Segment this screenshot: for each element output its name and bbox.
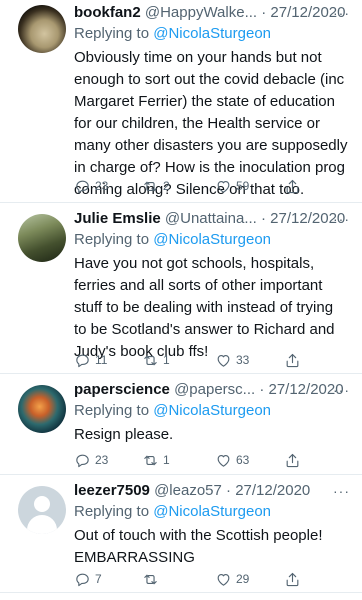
share-icon [286,179,299,193]
tweet[interactable]: Julie Emslie @Unattaina... · 27/12/2020 … [0,203,362,374]
reply-button[interactable]: 7 [74,569,102,589]
replying-to: Replying to @NicolaSturgeon [74,24,271,44]
reply-count: 23 [95,453,109,467]
replying-to-prefix: Replying to [74,25,150,42]
share-button[interactable] [284,569,301,589]
tweet-text: Have you not got schools, hospitals, fer… [74,255,335,360]
avatar-body [27,515,57,534]
tweet[interactable]: bookfan2 @HappyWalke... · 27/12/2020 ···… [0,0,362,203]
retweet-icon [144,455,157,465]
retweet-count: 1 [163,353,170,367]
like-button[interactable]: 29 [215,569,249,589]
replying-to: Replying to @NicolaSturgeon [74,502,271,522]
avatar[interactable] [18,486,66,534]
more-icon[interactable]: ··· [333,380,350,400]
like-button[interactable]: 33 [215,350,249,370]
tweet-actions: 23 2 59 [74,176,314,196]
avatar[interactable] [18,385,66,433]
tweet-actions: 11 1 33 [74,350,314,370]
replying-to-prefix: Replying to [74,402,150,419]
tweet-header: bookfan2 @HappyWalke... · 27/12/2020 ··· [74,3,352,23]
reply-icon [76,573,89,586]
tweet-actions: 7 29 [74,569,314,589]
avatar[interactable] [18,214,66,262]
display-name[interactable]: bookfan2 [74,4,141,21]
share-icon [286,453,299,467]
avatar[interactable] [18,5,66,53]
reply-count: 23 [95,179,109,193]
reply-button[interactable]: 23 [74,450,108,470]
reply-count: 11 [95,353,108,367]
retweet-icon [144,574,157,584]
reply-button[interactable]: 23 [74,176,108,196]
share-icon [286,572,299,586]
share-icon [286,353,299,367]
like-count: 33 [236,353,250,367]
tweet-text: Resign please. [74,426,174,443]
more-icon[interactable]: ··· [333,3,350,23]
retweet-icon [144,355,157,365]
retweet-button[interactable]: 1 [142,450,170,470]
retweet-button[interactable]: 1 [142,350,170,370]
reply-icon [76,454,89,467]
tweet[interactable]: leezer7509 @leazo57 · 27/12/2020 ··· Rep… [0,475,362,593]
avatar-head [34,496,50,512]
reply-icon [76,180,89,193]
heart-icon [217,180,230,193]
tweet-text: Out of touch with the Scottish people! E… [74,527,323,566]
like-count: 29 [236,572,250,586]
handle[interactable]: @Unattaina... [165,210,257,227]
mention-link[interactable]: @NicolaSturgeon [153,503,271,520]
share-button[interactable] [284,176,301,196]
timestamp[interactable]: · 27/12/2020 [226,482,310,499]
mention-link[interactable]: @NicolaSturgeon [153,25,271,42]
more-icon[interactable]: ··· [333,209,350,229]
retweet-button[interactable]: 2 [142,176,170,196]
like-count: 63 [236,453,250,467]
handle[interactable]: @papersc... [174,381,255,398]
retweet-button[interactable] [142,569,163,589]
like-count: 59 [236,179,250,193]
more-icon[interactable]: ··· [333,481,350,501]
handle[interactable]: @HappyWalke... [145,4,257,21]
like-button[interactable]: 59 [215,176,249,196]
replying-to-prefix: Replying to [74,231,150,248]
reply-button[interactable]: 11 [74,350,107,370]
display-name[interactable]: paperscience [74,381,170,398]
mention-link[interactable]: @NicolaSturgeon [153,402,271,419]
replying-to-prefix: Replying to [74,503,150,520]
like-button[interactable]: 63 [215,450,249,470]
handle[interactable]: @leazo57 [154,482,222,499]
heart-icon [217,573,230,586]
retweet-count: 2 [163,179,170,193]
share-button[interactable] [284,350,301,370]
retweet-count: 1 [163,453,170,467]
display-name[interactable]: leezer7509 [74,482,150,499]
timestamp[interactable]: · 27/12/2020 [259,381,343,398]
replying-to: Replying to @NicolaSturgeon [74,401,271,421]
replying-to: Replying to @NicolaSturgeon [74,230,271,250]
tweet-header: paperscience @papersc... · 27/12/2020 ··… [74,380,352,400]
display-name[interactable]: Julie Emslie [74,210,161,227]
mention-link[interactable]: @NicolaSturgeon [153,231,271,248]
heart-icon [217,454,230,467]
share-button[interactable] [284,450,301,470]
retweet-icon [144,181,157,191]
reply-icon [76,354,89,367]
reply-count: 7 [95,572,102,586]
tweet[interactable]: paperscience @papersc... · 27/12/2020 ··… [0,374,362,475]
heart-icon [217,354,230,367]
tweet-actions: 23 1 63 [74,450,314,470]
tweet-header: leezer7509 @leazo57 · 27/12/2020 ··· [74,481,352,501]
tweet-header: Julie Emslie @Unattaina... · 27/12/2020 … [74,209,352,229]
